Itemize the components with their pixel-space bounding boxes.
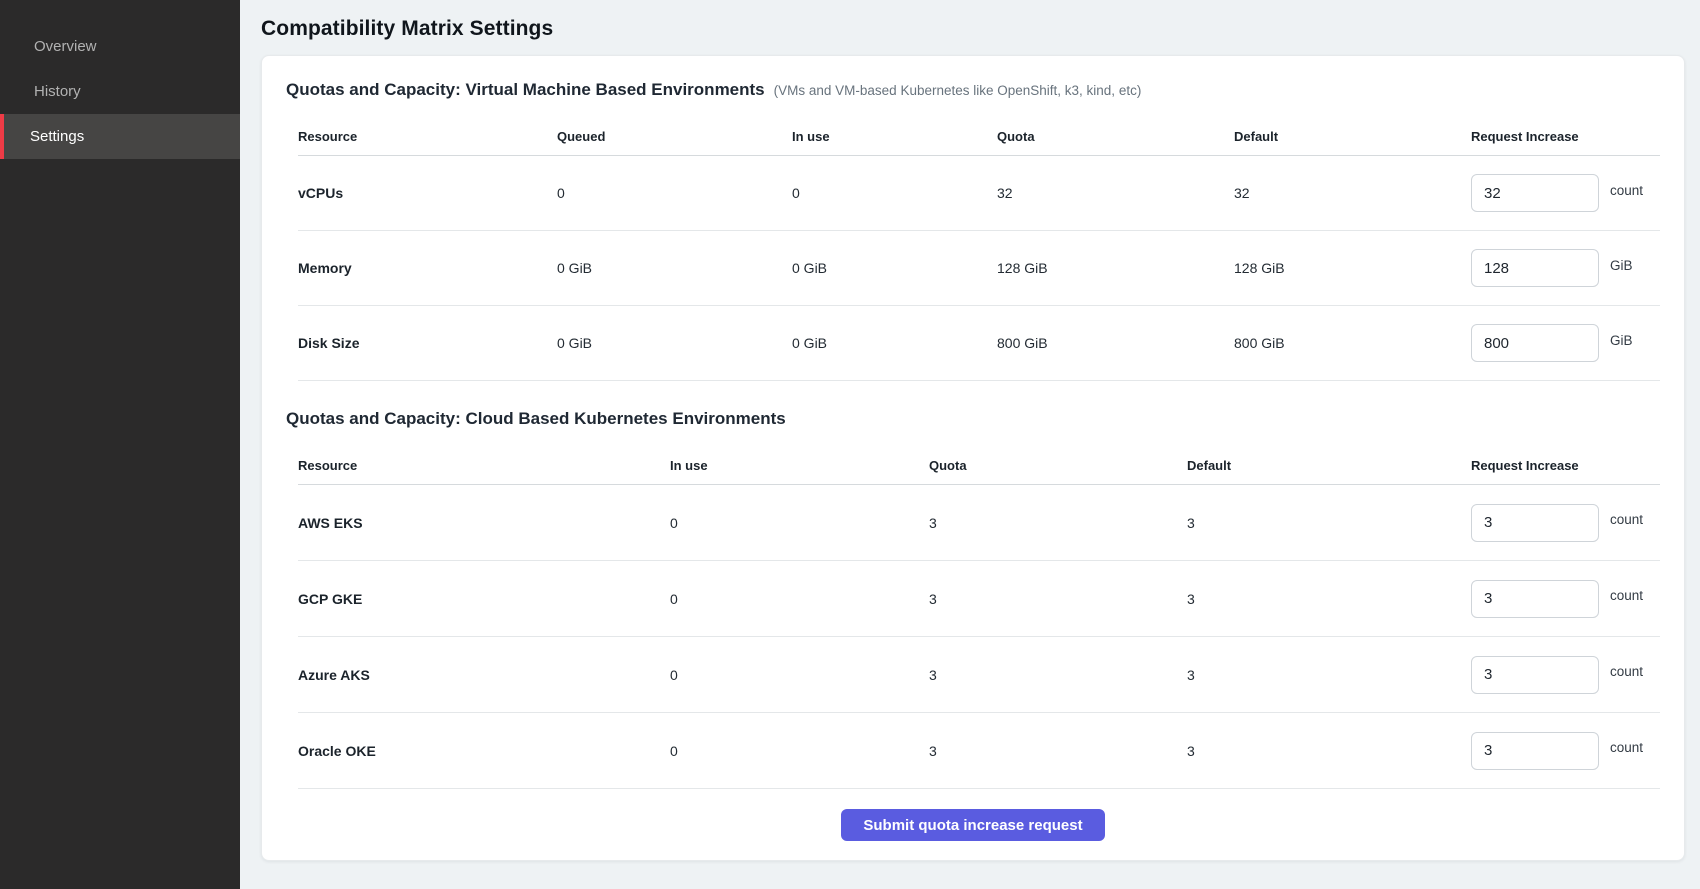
table-row-azure-aks: Azure AKS 0 3 3 count xyxy=(298,637,1660,713)
table-row-disk-size: Disk Size 0 GiB 0 GiB 800 GiB 800 GiB Gi… xyxy=(298,306,1660,381)
col-header-queued: Queued xyxy=(557,129,792,144)
quota-value: 128 GiB xyxy=(997,260,1234,276)
default-value: 3 xyxy=(1187,743,1471,759)
col-header-resource: Resource xyxy=(298,458,670,473)
queued-value: 0 xyxy=(557,185,792,201)
sidebar: Overview History Settings xyxy=(0,0,240,889)
resource-name: vCPUs xyxy=(298,185,557,201)
table-row-memory: Memory 0 GiB 0 GiB 128 GiB 128 GiB GiB xyxy=(298,231,1660,306)
vm-quota-table: Resource Queued In use Quota Default Req… xyxy=(286,118,1660,381)
table-row-vcpus: vCPUs 0 0 32 32 count xyxy=(298,156,1660,231)
table-row-aws-eks: AWS EKS 0 3 3 count xyxy=(298,485,1660,561)
cloud-section-title: Quotas and Capacity: Cloud Based Kuberne… xyxy=(286,409,786,429)
col-header-default: Default xyxy=(1234,129,1471,144)
col-header-default: Default xyxy=(1187,458,1471,473)
sidebar-item-history[interactable]: History xyxy=(0,69,240,114)
unit-label: GiB xyxy=(1610,333,1633,348)
in-use-value: 0 xyxy=(670,667,929,683)
quota-value: 800 GiB xyxy=(997,335,1234,351)
queued-value: 0 GiB xyxy=(557,260,792,276)
col-header-request-increase: Request Increase xyxy=(1471,458,1660,473)
request-increase-input-disk-size[interactable] xyxy=(1471,324,1599,362)
vm-section-header: Quotas and Capacity: Virtual Machine Bas… xyxy=(286,80,1660,106)
col-header-request-increase: Request Increase xyxy=(1471,129,1660,144)
unit-label: count xyxy=(1610,740,1643,755)
in-use-value: 0 xyxy=(670,591,929,607)
request-increase-input-oracle-oke[interactable] xyxy=(1471,732,1599,770)
quota-value: 3 xyxy=(929,667,1187,683)
default-value: 32 xyxy=(1234,185,1471,201)
col-header-resource: Resource xyxy=(298,129,557,144)
queued-value: 0 GiB xyxy=(557,335,792,351)
col-header-in-use: In use xyxy=(670,458,929,473)
request-increase-input-memory[interactable] xyxy=(1471,249,1599,287)
in-use-value: 0 xyxy=(670,743,929,759)
table-row-oracle-oke: Oracle OKE 0 3 3 count xyxy=(298,713,1660,789)
resource-name: Azure AKS xyxy=(298,667,670,683)
vm-section-title: Quotas and Capacity: Virtual Machine Bas… xyxy=(286,80,765,100)
default-value: 800 GiB xyxy=(1234,335,1471,351)
col-header-quota: Quota xyxy=(929,458,1187,473)
quota-value: 3 xyxy=(929,743,1187,759)
col-header-in-use: In use xyxy=(792,129,997,144)
settings-card: Quotas and Capacity: Virtual Machine Bas… xyxy=(261,55,1685,861)
quota-value: 3 xyxy=(929,515,1187,531)
resource-name: GCP GKE xyxy=(298,591,670,607)
in-use-value: 0 GiB xyxy=(792,335,997,351)
resource-name: Disk Size xyxy=(298,335,557,351)
request-increase-input-vcpus[interactable] xyxy=(1471,174,1599,212)
default-value: 128 GiB xyxy=(1234,260,1471,276)
table-row-gcp-gke: GCP GKE 0 3 3 count xyxy=(298,561,1660,637)
in-use-value: 0 xyxy=(792,185,997,201)
unit-label: count xyxy=(1610,183,1643,198)
request-increase-input-aws-eks[interactable] xyxy=(1471,504,1599,542)
cloud-table-header: Resource In use Quota Default Request In… xyxy=(298,447,1660,485)
default-value: 3 xyxy=(1187,667,1471,683)
cloud-section-header: Quotas and Capacity: Cloud Based Kuberne… xyxy=(286,409,1660,435)
main-content: Compatibility Matrix Settings Quotas and… xyxy=(240,0,1700,889)
request-increase-input-gcp-gke[interactable] xyxy=(1471,580,1599,618)
quota-value: 3 xyxy=(929,591,1187,607)
unit-label: GiB xyxy=(1610,258,1633,273)
quota-value: 32 xyxy=(997,185,1234,201)
resource-name: Memory xyxy=(298,260,557,276)
default-value: 3 xyxy=(1187,515,1471,531)
cloud-quota-table: Resource In use Quota Default Request In… xyxy=(286,447,1660,789)
col-header-quota: Quota xyxy=(997,129,1234,144)
request-increase-input-azure-aks[interactable] xyxy=(1471,656,1599,694)
submit-quota-increase-button[interactable]: Submit quota increase request xyxy=(841,809,1104,841)
page-title: Compatibility Matrix Settings xyxy=(261,17,1700,41)
unit-label: count xyxy=(1610,512,1643,527)
card-footer: Submit quota increase request xyxy=(286,789,1660,861)
default-value: 3 xyxy=(1187,591,1471,607)
sidebar-item-overview[interactable]: Overview xyxy=(0,24,240,69)
resource-name: AWS EKS xyxy=(298,515,670,531)
vm-table-header: Resource Queued In use Quota Default Req… xyxy=(298,118,1660,156)
in-use-value: 0 xyxy=(670,515,929,531)
vm-section-note: (VMs and VM-based Kubernetes like OpenSh… xyxy=(774,83,1142,98)
in-use-value: 0 GiB xyxy=(792,260,997,276)
unit-label: count xyxy=(1610,588,1643,603)
sidebar-item-settings[interactable]: Settings xyxy=(0,114,240,159)
resource-name: Oracle OKE xyxy=(298,743,670,759)
unit-label: count xyxy=(1610,664,1643,679)
